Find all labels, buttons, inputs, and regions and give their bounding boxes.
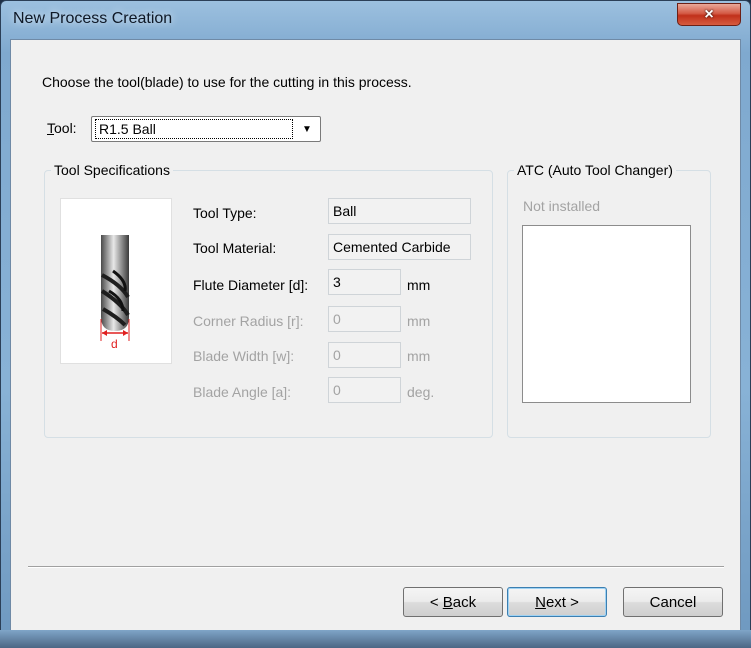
tool-type-label: Tool Type:	[193, 205, 257, 221]
blade-width-unit: mm	[407, 348, 431, 364]
title-bar[interactable]: New Process Creation ×	[1, 1, 750, 39]
flute-diameter-unit: mm	[407, 277, 431, 293]
dialog-window: New Process Creation × Choose the tool(b…	[0, 0, 751, 648]
corner-radius-label: Corner Radius [r]:	[193, 313, 304, 329]
ball-end-mill-image: d	[60, 198, 172, 364]
corner-radius-field: 0	[328, 306, 401, 332]
tool-material-field[interactable]: Cemented Carbide	[328, 234, 471, 260]
diameter-label: d	[111, 337, 118, 351]
back-button[interactable]: < Back	[403, 587, 503, 617]
next-button[interactable]: Next >	[507, 587, 607, 617]
atc-status: Not installed	[523, 198, 601, 214]
ball-end-mill-icon: d	[100, 235, 130, 351]
blade-angle-label: Blade Angle [a]:	[193, 384, 292, 400]
instruction-text: Choose the tool(blade) to use for the cu…	[42, 74, 412, 90]
blade-angle-unit: deg.	[407, 384, 435, 400]
chevron-down-icon[interactable]: ▼	[298, 120, 316, 138]
tool-select[interactable]: R1.5 Ball ▼	[91, 116, 321, 142]
tool-label: Tool:	[47, 120, 77, 136]
close-button[interactable]: ×	[677, 3, 741, 26]
tool-select-value: R1.5 Ball	[95, 119, 293, 139]
tool-type-field[interactable]: Ball	[328, 198, 471, 224]
blade-width-field: 0	[328, 342, 401, 368]
tool-specifications-legend: Tool Specifications	[54, 162, 170, 178]
atc-legend: ATC (Auto Tool Changer)	[517, 162, 673, 178]
dialog-content: Choose the tool(blade) to use for the cu…	[10, 39, 741, 631]
blade-angle-field: 0	[328, 377, 401, 403]
atc-tool-list[interactable]	[522, 225, 691, 403]
window-bottom-edge	[0, 630, 751, 648]
cancel-button[interactable]: Cancel	[623, 587, 723, 617]
button-separator	[28, 566, 724, 568]
flute-diameter-label: Flute Diameter [d]:	[193, 277, 309, 293]
corner-radius-unit: mm	[407, 313, 431, 329]
close-icon: ×	[704, 5, 714, 23]
window-title: New Process Creation	[13, 10, 173, 27]
flute-diameter-field[interactable]: 3	[328, 269, 401, 295]
blade-width-label: Blade Width [w]:	[193, 348, 295, 364]
tool-material-label: Tool Material:	[193, 240, 277, 256]
